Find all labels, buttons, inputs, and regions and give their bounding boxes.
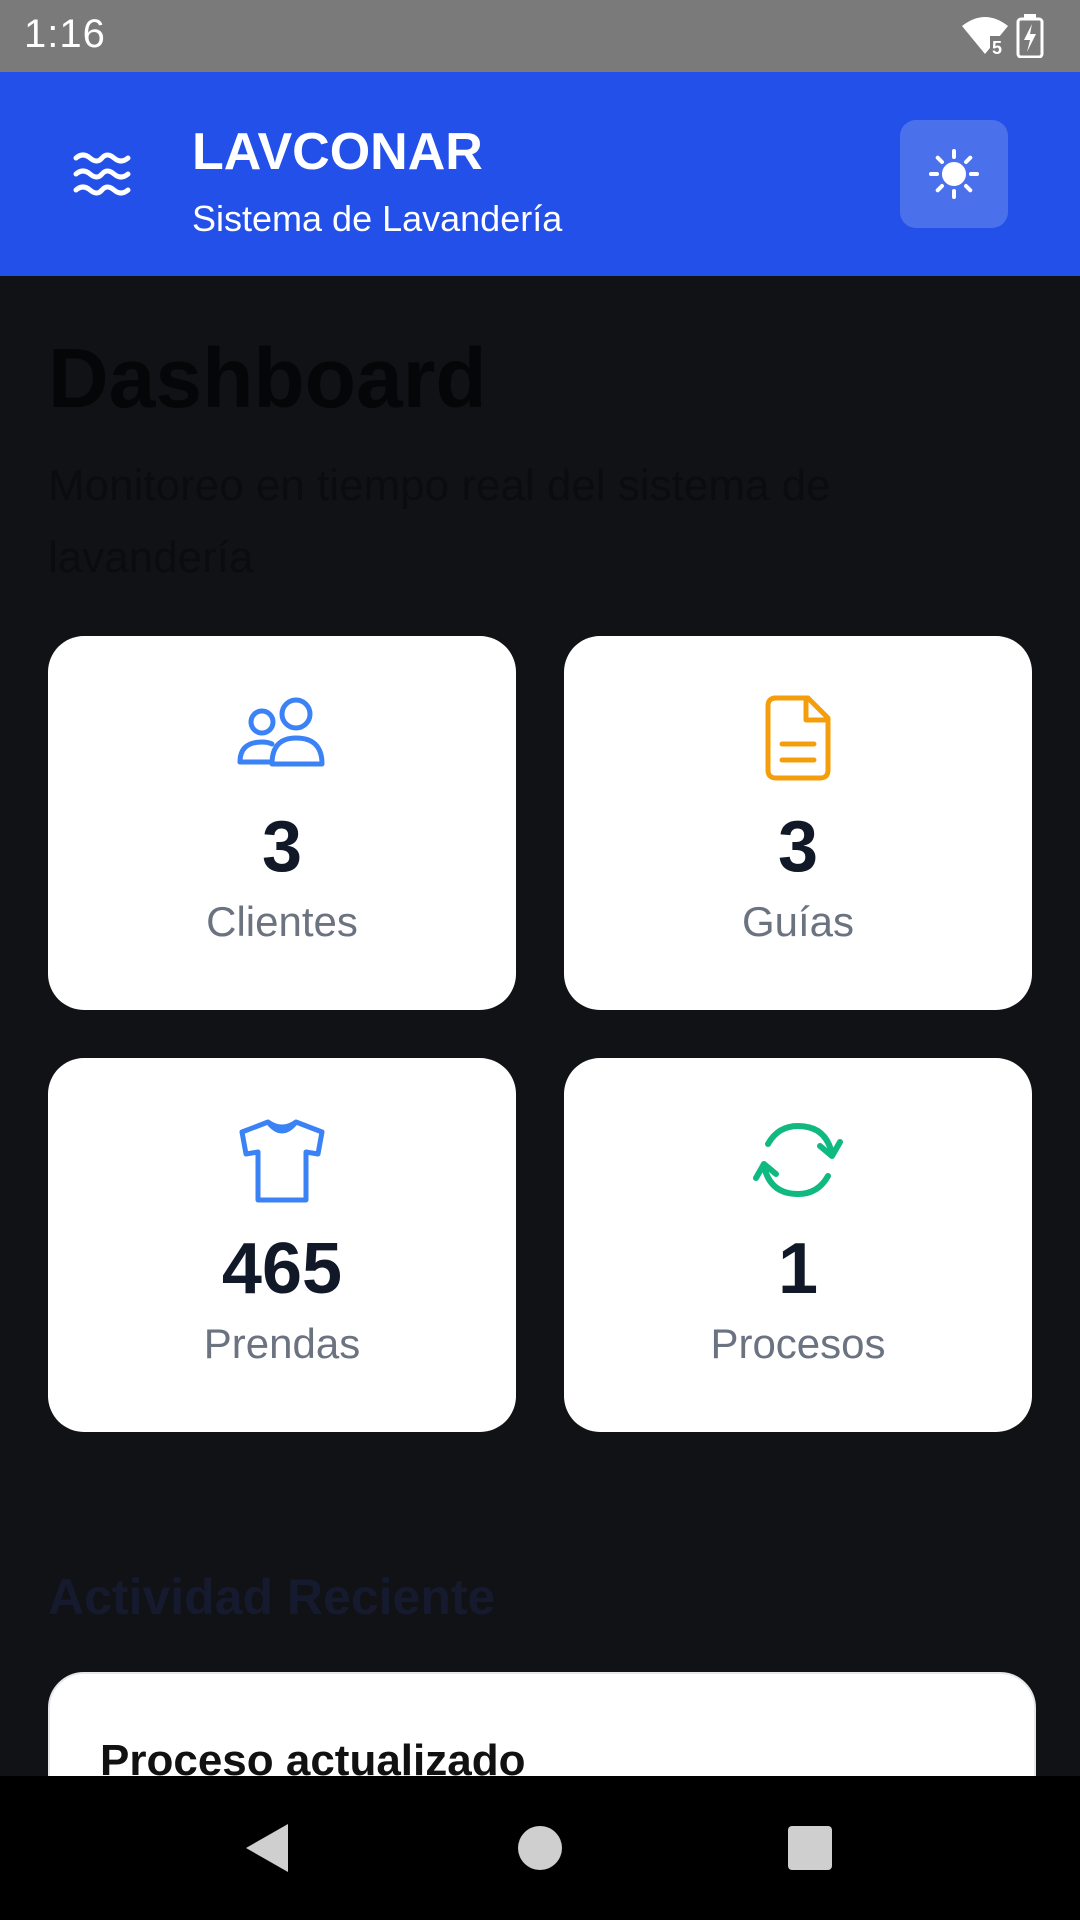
stat-card-clientes[interactable]: 3 Clientes (48, 636, 516, 1010)
stat-value: 3 (261, 807, 303, 887)
status-icons: 5 (960, 14, 1044, 58)
app-title: LAVCONAR (192, 123, 483, 181)
stat-label: Clientes (206, 898, 358, 945)
app-subtitle: Sistema de Lavandería (192, 198, 563, 239)
stat-label: Guías (741, 898, 855, 945)
stat-value: 1 (777, 1229, 819, 1309)
app-bar: LAVCONAR Sistema de Lavandería (0, 72, 1080, 276)
stat-card-procesos[interactable]: 1 Procesos (564, 1058, 1032, 1432)
menu-button[interactable] (72, 150, 132, 198)
back-icon[interactable] (240, 1820, 296, 1876)
stat-card-prendas[interactable]: 465 Prendas (48, 1058, 516, 1432)
status-time: 1:16 (24, 12, 106, 56)
page-subtitle: Monitoreo en tiempo real del sistema de … (48, 461, 831, 582)
refresh-icon (753, 1123, 843, 1197)
section-title-actividad: Actividad Reciente (48, 1569, 496, 1625)
recents-icon[interactable] (782, 1820, 838, 1876)
theme-toggle-button[interactable] (900, 120, 1008, 228)
stat-label: Procesos (710, 1320, 886, 1367)
status-bar: 1:16 5 (0, 0, 1080, 72)
battery-charging-icon (1016, 14, 1044, 58)
wifi-icon: 5 (962, 17, 1008, 56)
users-icon (237, 697, 325, 767)
page-title: Dashboard (48, 331, 487, 425)
system-nav-bar (0, 1776, 1080, 1920)
stat-label: Prendas (203, 1320, 361, 1367)
document-icon (765, 695, 831, 781)
shirt-icon (239, 1119, 325, 1203)
stat-value: 465 (221, 1229, 343, 1309)
stat-card-guias[interactable]: 3 Guías (564, 636, 1032, 1010)
signal-badge: 5 (992, 38, 1002, 56)
home-icon[interactable] (512, 1820, 568, 1876)
stat-value: 3 (777, 807, 819, 887)
waves-menu-icon (73, 152, 131, 196)
sun-icon (929, 149, 979, 199)
